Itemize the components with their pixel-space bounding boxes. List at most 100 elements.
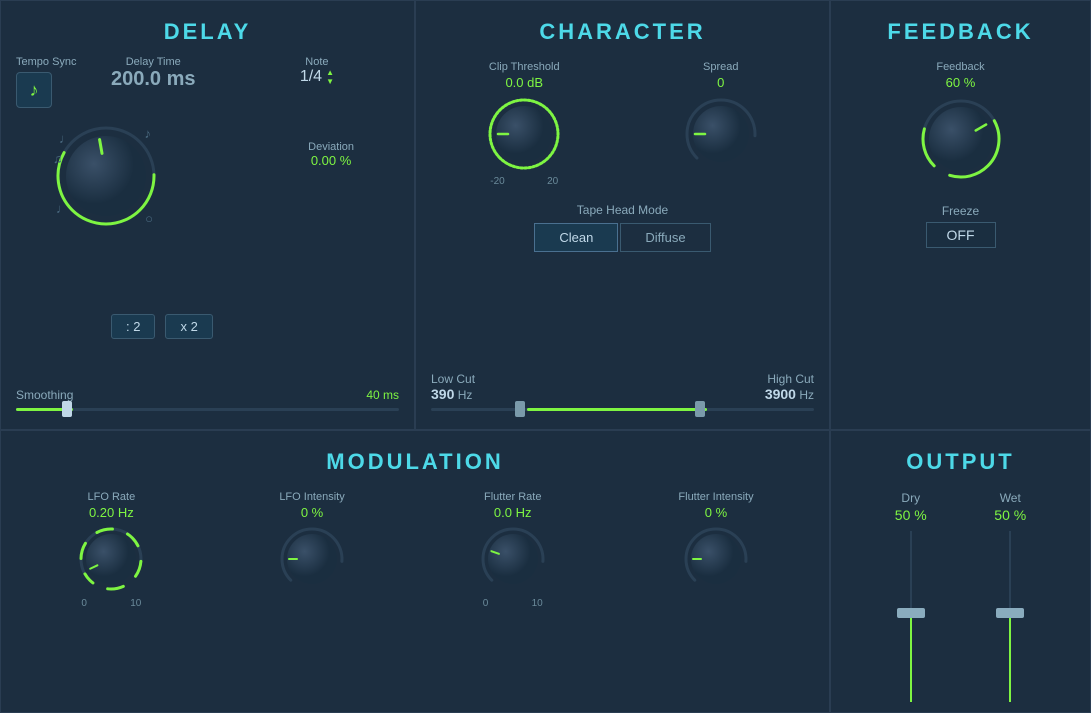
low-cut-display: Low Cut 390 Hz (431, 372, 475, 402)
deviation-label: Deviation (308, 141, 354, 153)
note-deco-4: ♪ (145, 126, 152, 141)
freeze-label: Freeze (942, 204, 979, 218)
delay-title: DELAY (11, 11, 404, 51)
dry-label: Dry (901, 491, 920, 505)
note-label: Note (300, 56, 334, 68)
note-arrows[interactable]: ▲ ▼ (326, 68, 334, 86)
filter-slider[interactable] (431, 408, 814, 411)
music-note-icon: ♪ (30, 80, 39, 101)
smoothing-thumb[interactable] (62, 401, 72, 417)
spread-value: 0 (717, 75, 724, 90)
clip-threshold-knob[interactable] (484, 94, 564, 174)
multiply-button[interactable]: x 2 (165, 314, 212, 339)
lfo-rate-scale: 0 10 (76, 598, 146, 609)
high-cut-display: High Cut 3900 Hz (765, 372, 814, 402)
dry-thumb[interactable] (897, 608, 925, 618)
note-deco-5: ○ (145, 211, 153, 226)
note-deco-3: ♩ (56, 201, 69, 216)
tape-head-label: Tape Head Mode (426, 203, 819, 217)
freeze-value[interactable]: OFF (926, 222, 996, 248)
output-title: OUTPUT (906, 441, 1014, 481)
wet-label: Wet (1000, 491, 1021, 505)
lfo-intensity-label: LFO Intensity (279, 491, 344, 503)
spread-knob[interactable] (681, 94, 761, 174)
dry-slider-col: Dry 50 % (861, 491, 961, 702)
character-panel: CHARACTER Clip Threshold 0.0 dB (415, 0, 830, 430)
flutter-intensity-value: 0 % (705, 505, 727, 520)
flutter-rate-value: 0.0 Hz (494, 505, 532, 520)
delay-panel: DELAY Tempo Sync ♪ Delay Time 200.0 ms N… (0, 0, 415, 430)
lfo-intensity-value: 0 % (301, 505, 323, 520)
smoothing-label: Smoothing (16, 388, 73, 402)
smoothing-slider[interactable] (16, 408, 399, 411)
flutter-rate-scale: 0 10 (478, 598, 548, 609)
low-cut-thumb[interactable] (515, 401, 525, 417)
clip-threshold-value: 0.0 dB (505, 75, 543, 90)
fb-knob-area: Feedback 60 % (916, 61, 1006, 184)
tape-head-area: Tape Head Mode Clean Diffuse (426, 203, 819, 252)
high-cut-thumb[interactable] (695, 401, 705, 417)
flutter-intensity-knob[interactable] (681, 524, 751, 594)
tempo-sync-area: Tempo Sync ♪ (16, 56, 77, 108)
dry-value: 50 % (895, 507, 927, 523)
char-knobs-row: Clip Threshold 0.0 dB -20 (426, 51, 819, 187)
lfo-rate-label: LFO Rate (88, 491, 136, 503)
delay-time-area: Delay Time 200.0 ms (111, 56, 196, 91)
feedback-knob-label: Feedback (936, 61, 984, 73)
dry-slider[interactable] (901, 531, 921, 702)
spread-label: Spread (703, 61, 738, 73)
note-area: Note 1/4 ▲ ▼ (300, 56, 334, 86)
filter-area: Low Cut 390 Hz High Cut 3900 Hz (431, 372, 814, 411)
flutter-rate-label: Flutter Rate (484, 491, 541, 503)
filter-range-fill (527, 408, 707, 411)
tempo-sync-label: Tempo Sync (16, 56, 77, 68)
lfo-rate-knob-container: LFO Rate 0.20 Hz 0 10 (76, 491, 146, 609)
delay-btns: : 2 x 2 (111, 314, 213, 339)
diffuse-button[interactable]: Diffuse (620, 223, 710, 252)
clean-button[interactable]: Clean (534, 223, 618, 252)
flutter-intensity-label: Flutter Intensity (678, 491, 753, 503)
deviation-area: Deviation 0.00 % (308, 141, 354, 168)
smoothing-value: 40 ms (366, 388, 399, 402)
flutter-rate-knob[interactable] (478, 524, 548, 594)
lfo-intensity-knob-container: LFO Intensity 0 % (277, 491, 347, 609)
clip-threshold-knob-container: Clip Threshold 0.0 dB -20 (484, 61, 564, 187)
wet-thumb[interactable] (996, 608, 1024, 618)
flutter-intensity-knob-container: Flutter Intensity 0 % (678, 491, 753, 609)
feedback-title: FEEDBACK (887, 11, 1033, 51)
lfo-rate-knob[interactable] (76, 524, 146, 594)
spread-knob-container: Spread 0 (681, 61, 761, 187)
wet-slider-col: Wet 50 % (961, 491, 1061, 702)
lfo-intensity-knob[interactable] (277, 524, 347, 594)
clip-threshold-label: Clip Threshold (489, 61, 560, 73)
filter-row: Low Cut 390 Hz High Cut 3900 Hz (431, 372, 814, 402)
feedback-panel: FEEDBACK Feedback 60 % Freeze OFF (830, 0, 1091, 430)
divide-button[interactable]: : 2 (111, 314, 155, 339)
mod-knobs-row: LFO Rate 0.20 Hz 0 10 (11, 481, 819, 609)
feedback-knob-value: 60 % (946, 75, 976, 90)
tempo-sync-button[interactable]: ♪ (16, 72, 52, 108)
delay-time-value: 200.0 ms (111, 68, 196, 91)
smoothing-area: Smoothing 40 ms (16, 388, 399, 411)
freeze-area: Freeze OFF (926, 204, 996, 248)
tape-btns: Clean Diffuse (426, 223, 819, 252)
feedback-knob[interactable] (916, 94, 1006, 184)
smoothing-row: Smoothing 40 ms (16, 388, 399, 402)
note-deco-1: ♩ (59, 131, 72, 146)
lfo-rate-value: 0.20 Hz (89, 505, 134, 520)
delay-knob-wrap: ♩ ♫ ♩ ♪ ○ (51, 121, 161, 236)
clip-scale: -20 20 (484, 176, 564, 187)
output-sliders: Dry 50 % Wet 50 % (841, 491, 1080, 702)
note-value: 1/4 ▲ ▼ (300, 68, 334, 86)
output-panel: OUTPUT Dry 50 % Wet 50 % (830, 430, 1091, 713)
delay-time-label: Delay Time (111, 56, 196, 68)
note-decorations: ♩ ♫ ♩ ♪ ○ (51, 121, 161, 231)
deviation-value: 0.00 % (308, 153, 354, 168)
modulation-panel: MODULATION LFO Rate 0.20 Hz (0, 430, 830, 713)
wet-fill (1009, 617, 1011, 703)
wet-value: 50 % (994, 507, 1026, 523)
dry-fill (910, 617, 912, 703)
character-title: CHARACTER (426, 11, 819, 51)
modulation-title: MODULATION (11, 441, 819, 481)
wet-slider[interactable] (1000, 531, 1020, 702)
